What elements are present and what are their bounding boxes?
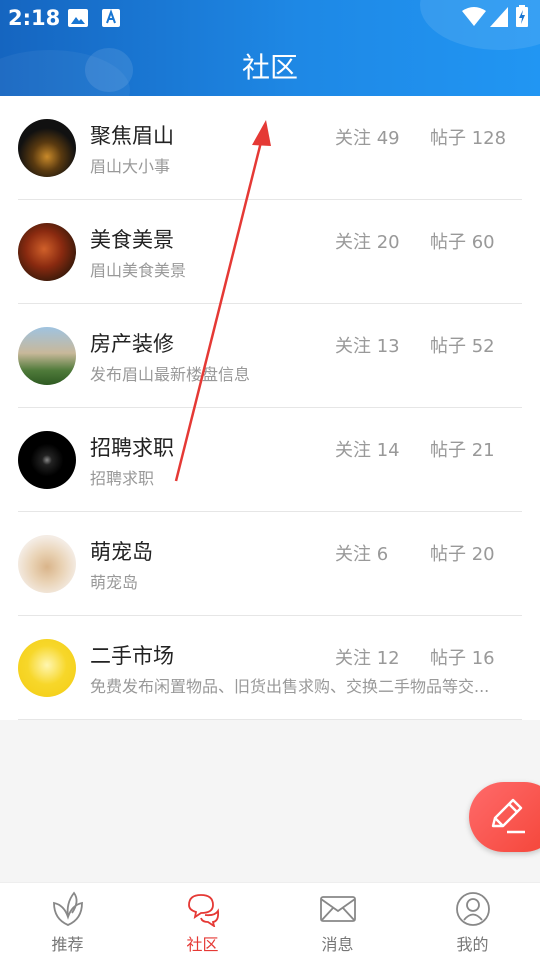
community-name: 二手市场: [90, 644, 174, 668]
font-icon: [102, 9, 120, 27]
follow-count: 关注 13: [335, 336, 400, 357]
list-item[interactable]: 美食美景 眉山美食美景 关注 20 帖子 60: [0, 200, 540, 304]
user-icon: [455, 892, 490, 926]
list-item[interactable]: 二手市场 免费发布闲置物品、旧货出售求购、交换二手物品等交... 关注 12 帖…: [0, 616, 540, 720]
post-count: 帖子 16: [430, 648, 495, 669]
pencil-icon: [491, 798, 525, 834]
post-count: 帖子 20: [430, 544, 495, 565]
list-item[interactable]: 房产装修 发布眉山最新楼盘信息 关注 13 帖子 52: [0, 304, 540, 408]
wifi-icon: [462, 7, 486, 26]
avatar: [18, 639, 76, 697]
community-name: 房产装修: [90, 332, 174, 356]
community-name: 萌宠岛: [90, 540, 153, 564]
status-time: 2:18: [8, 6, 61, 30]
community-desc: 眉山美食美景: [90, 261, 187, 280]
tab-mine[interactable]: 我的: [405, 883, 540, 961]
community-name: 聚焦眉山: [90, 124, 174, 148]
battery-icon: [516, 5, 528, 27]
tab-recommend[interactable]: 推荐: [0, 883, 135, 961]
tab-community[interactable]: 社区: [135, 883, 270, 961]
list-item[interactable]: 招聘求职 招聘求职 关注 14 帖子 21: [0, 408, 540, 512]
avatar: [18, 431, 76, 489]
community-name: 招聘求职: [90, 436, 174, 460]
avatar: [18, 119, 76, 177]
tab-label: 社区: [186, 935, 219, 954]
tab-label: 消息: [321, 935, 354, 954]
tab-label: 推荐: [51, 935, 84, 954]
leaf-icon: [52, 891, 83, 926]
community-name: 美食美景: [90, 228, 174, 252]
post-count: 帖子 60: [430, 232, 495, 253]
compose-post-button[interactable]: [469, 782, 540, 852]
community-desc: 萌宠岛: [90, 573, 139, 592]
bottom-tab-bar: 推荐 社区 消息 我的: [0, 882, 540, 961]
follow-count: 关注 6: [335, 544, 389, 565]
post-count: 帖子 21: [430, 440, 495, 461]
community-desc: 免费发布闲置物品、旧货出售求购、交换二手物品等交...: [90, 677, 490, 696]
community-desc: 发布眉山最新楼盘信息: [90, 365, 251, 384]
divider: [18, 719, 522, 720]
community-desc: 眉山大小事: [90, 157, 171, 176]
page-title: 社区: [241, 51, 298, 84]
follow-count: 关注 14: [335, 440, 400, 461]
tab-messages[interactable]: 消息: [270, 883, 405, 961]
app-header: 2:18 社区: [0, 0, 540, 96]
follow-count: 关注 20: [335, 232, 400, 253]
follow-count: 关注 49: [335, 128, 400, 149]
list-item[interactable]: 聚焦眉山 眉山大小事 关注 49 帖子 128: [0, 96, 540, 200]
chat-bubbles-icon: [187, 894, 219, 927]
community-desc: 招聘求职: [90, 469, 155, 488]
avatar: [18, 327, 76, 385]
community-list: 聚焦眉山 眉山大小事 关注 49 帖子 128 美食美景 眉山美食美景 关注 2…: [0, 96, 540, 720]
avatar: [18, 535, 76, 593]
list-item[interactable]: 萌宠岛 萌宠岛 关注 6 帖子 20: [0, 512, 540, 616]
avatar: [18, 223, 76, 281]
post-count: 帖子 52: [430, 336, 495, 357]
tab-label: 我的: [456, 935, 489, 954]
envelope-icon: [319, 896, 356, 922]
post-count: 帖子 128: [430, 128, 507, 149]
image-icon: [68, 9, 88, 27]
signal-icon: [490, 7, 508, 27]
follow-count: 关注 12: [335, 648, 400, 669]
